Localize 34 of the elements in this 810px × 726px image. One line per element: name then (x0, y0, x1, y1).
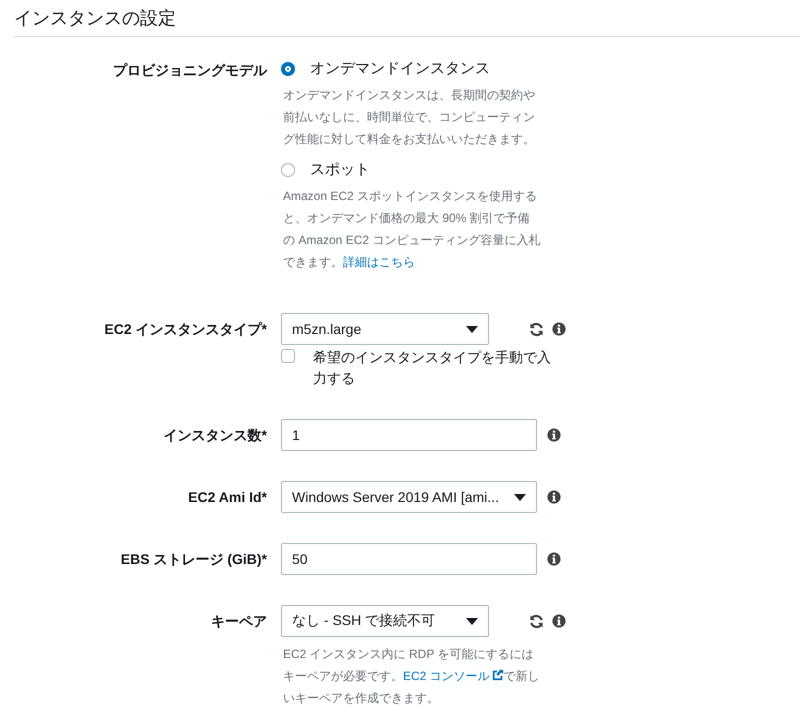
caret-icon (466, 326, 478, 332)
radio-button[interactable] (281, 62, 295, 76)
section-title: インスタンスの設定 (13, 7, 176, 30)
refresh-icon[interactable] (529, 614, 544, 628)
field-label: プロビジョニングモデル (113, 61, 267, 80)
checkbox[interactable] (281, 349, 295, 363)
help-text: Amazon EC2 スポットインスタンスを使用すると、オンデマンド価格の最大 90% 割引で予備の Amazon EC2 コンピューティング容量に入札できます。詳細はこちら (283, 188, 541, 271)
help-text: EC2 インスタンス内に RDP を可能にするにはキーペアが必要です。EC2 コンソール で新しいキーペアを作成できます。 (283, 646, 541, 707)
input-field[interactable]: 1 (281, 419, 537, 451)
caret-icon (514, 494, 526, 500)
refresh-icon[interactable] (529, 322, 544, 336)
field-label: EC2 Ami Id* (188, 488, 267, 507)
caret-icon (466, 618, 478, 624)
dropdown[interactable]: なし - SSH で接続不可 (281, 605, 489, 637)
field-label: EBS ストレージ (GiB)* (120, 550, 267, 569)
external-link[interactable]: EC2 コンソール (403, 669, 504, 683)
checkbox-option[interactable]: 希望のインスタンスタイプを手動で入力する (281, 347, 556, 389)
field-label: EC2 インスタンスタイプ* (104, 320, 267, 339)
dropdown[interactable]: m5zn.large (281, 313, 489, 345)
info-icon[interactable] (547, 552, 561, 566)
dropdown[interactable]: Windows Server 2019 AMI [ami... (281, 481, 537, 513)
field-label: キーペア (211, 612, 267, 631)
help-text: オンデマンドインスタンスは、長期間の契約や前払いなしに、時間単位で、コンピューティング性能に対して料金をお支払いいただきます。 (283, 87, 536, 148)
field-label: インスタンス数* (164, 426, 267, 445)
radio-option[interactable]: スポット (281, 160, 370, 179)
external-link-icon (492, 669, 504, 681)
input-field[interactable]: 50 (281, 543, 537, 575)
radio-button[interactable] (281, 162, 295, 176)
info-icon[interactable] (547, 490, 561, 504)
info-icon[interactable] (552, 322, 566, 336)
info-icon[interactable] (552, 614, 566, 628)
radio-option[interactable]: オンデマンドインスタンス (281, 59, 490, 78)
link[interactable]: 詳細はこちら (343, 255, 415, 269)
info-icon[interactable] (547, 428, 561, 442)
